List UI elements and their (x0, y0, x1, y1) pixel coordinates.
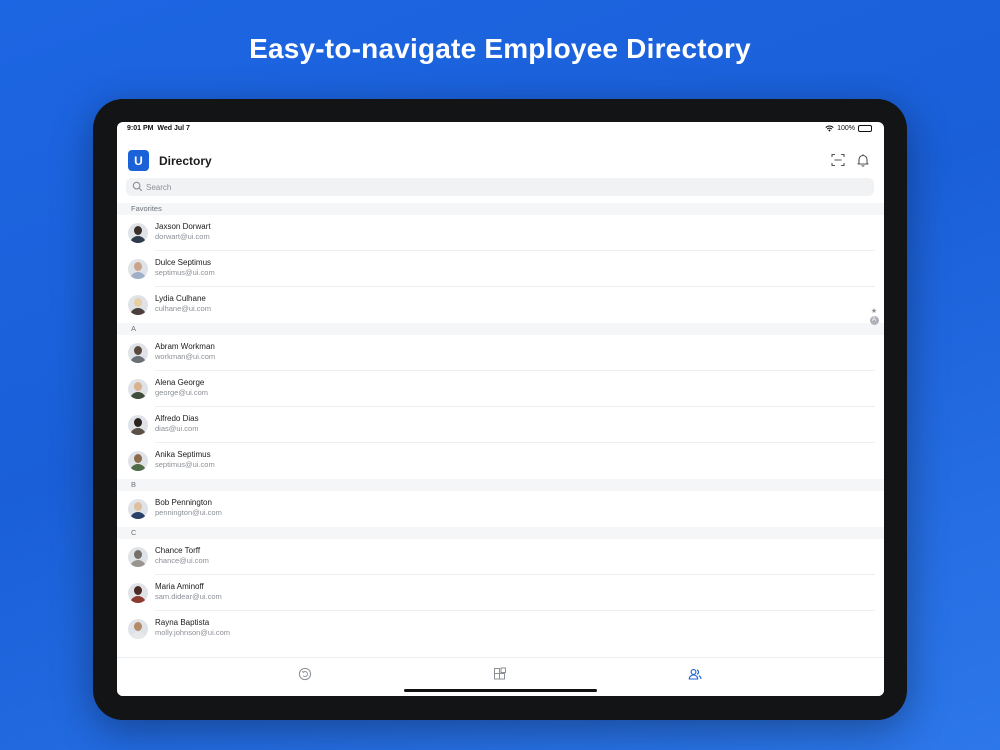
employee-row[interactable]: Dulce Septimus septimus@ui.com (117, 251, 884, 287)
avatar (128, 583, 148, 603)
avatar (128, 451, 148, 471)
status-bar: 9:01 PM Wed Jul 7 100% (117, 122, 884, 136)
employee-name: Maria Aminoff (155, 582, 204, 591)
employee-email: sam.didear@ui.com (155, 592, 222, 601)
employee-email: george@ui.com (155, 388, 209, 397)
status-date: Wed Jul 7 (157, 125, 190, 132)
employee-row[interactable]: Bob Pennington pennington@ui.com (117, 491, 884, 527)
employee-row[interactable]: Maria Aminoff sam.didear@ui.com (117, 575, 884, 611)
employee-name: Lydia Culhane (155, 294, 206, 303)
index-letter-a[interactable]: A (869, 316, 879, 325)
search-bar[interactable] (126, 178, 874, 196)
employee-row[interactable]: Anika Septimus septimus@ui.com (117, 443, 884, 479)
section-header: Favorites (117, 203, 884, 215)
employee-name: Bob Pennington (155, 498, 212, 507)
search-input[interactable] (146, 178, 866, 196)
employee-name: Rayna Baptista (155, 618, 210, 627)
avatar (128, 259, 148, 279)
employee-email: pennington@ui.com (155, 508, 222, 517)
employee-list[interactable]: Favorites Jaxson Dorwart dorwart@ui.com Dul… (117, 203, 884, 647)
employee-row[interactable]: Alfredo Dias dias@ui.com (117, 407, 884, 443)
people-icon[interactable] (688, 667, 702, 681)
avatar (128, 415, 148, 435)
status-clock: 9:01 PM (127, 125, 154, 132)
employee-row[interactable]: Rayna Baptista molly.johnson@ui.com (117, 611, 884, 647)
employee-name: Abram Workman (155, 342, 215, 351)
section-index-bar[interactable]: ★ A (869, 307, 879, 325)
section-header: B (117, 479, 884, 491)
avatar (128, 343, 148, 363)
status-indicators: 100% (825, 125, 872, 132)
employee-row[interactable]: Jaxson Dorwart dorwart@ui.com (117, 215, 884, 251)
page-title: Directory (159, 154, 212, 168)
search-icon (132, 181, 143, 192)
app-screen: 9:01 PM Wed Jul 7 100% U Directory Searc… (117, 122, 884, 696)
employee-name: Chance Torff (155, 546, 201, 555)
avatar (128, 547, 148, 567)
employee-name: Anika Septimus (155, 450, 211, 459)
employee-row[interactable]: Alena George george@ui.com (117, 371, 884, 407)
employee-row[interactable]: Lydia Culhane culhane@ui.com (117, 287, 884, 323)
promo-headline: Easy-to-navigate Employee Directory (249, 33, 751, 64)
nav-bar: U Directory (117, 148, 884, 174)
employee-email: molly.johnson@ui.com (155, 628, 231, 637)
employee-email: chance@ui.com (155, 556, 209, 565)
employee-email: dorwart@ui.com (155, 232, 210, 241)
apps-grid-icon[interactable] (493, 667, 507, 681)
employee-email: workman@ui.com (155, 352, 216, 361)
avatar (128, 295, 148, 315)
bell-icon[interactable] (856, 153, 870, 167)
employee-name: Dulce Septimus (155, 258, 212, 267)
app-logo: U (128, 150, 149, 171)
employee-name: Alena George (155, 378, 205, 387)
employee-email: culhane@ui.com (155, 304, 211, 313)
employee-email: septimus@ui.com (155, 268, 215, 277)
employee-row[interactable]: Chance Torff chance@ui.com (117, 539, 884, 575)
history-icon[interactable] (298, 667, 312, 681)
employee-name: Jaxson Dorwart (155, 222, 211, 231)
home-indicator (404, 689, 597, 692)
avatar (128, 379, 148, 399)
employee-email: septimus@ui.com (155, 460, 215, 469)
employee-email: dias@ui.com (155, 424, 199, 433)
battery-icon (858, 125, 872, 132)
employee-name: Alfredo Dias (155, 414, 199, 423)
avatar (128, 619, 148, 639)
index-favorites-star[interactable]: ★ (869, 307, 879, 315)
section-header: A (117, 323, 884, 335)
employee-row[interactable]: Abram Workman workman@ui.com (117, 335, 884, 371)
status-time: 9:01 PM Wed Jul 7 (127, 125, 190, 132)
avatar (128, 499, 148, 519)
section-header: C (117, 527, 884, 539)
avatar (128, 223, 148, 243)
wifi-icon (825, 125, 834, 132)
battery-percent: 100% (837, 125, 855, 132)
scan-icon[interactable] (831, 153, 845, 167)
